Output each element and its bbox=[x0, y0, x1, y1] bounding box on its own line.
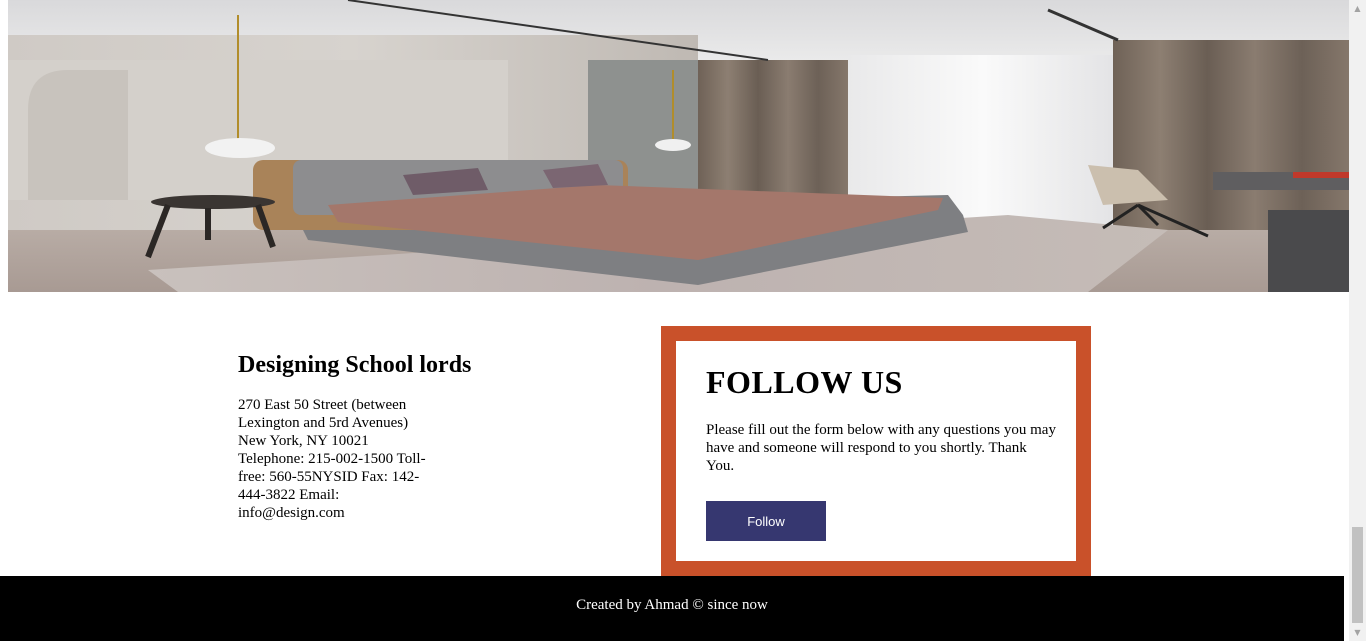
triangle-up-icon[interactable]: ▲ bbox=[1349, 0, 1366, 17]
school-address: 270 East 50 Street (between Lexington an… bbox=[238, 397, 426, 521]
footer: Created by Ahmad © since now bbox=[0, 576, 1344, 641]
hero-image bbox=[8, 0, 1349, 292]
follow-button[interactable]: Follow bbox=[706, 501, 826, 541]
follow-panel: FOLLOW US Please fill out the form below… bbox=[661, 326, 1091, 576]
page: Designing School lords 270 East 50 Stree… bbox=[0, 0, 1366, 641]
triangle-down-icon[interactable]: ▼ bbox=[1349, 624, 1366, 641]
footer-credit: Created by Ahmad © since now bbox=[576, 597, 768, 613]
school-info: Designing School lords 270 East 50 Stree… bbox=[238, 350, 472, 522]
scrollbar-thumb[interactable] bbox=[1352, 527, 1363, 623]
school-title: Designing School lords bbox=[238, 352, 472, 378]
follow-card: FOLLOW US Please fill out the form below… bbox=[676, 341, 1076, 561]
follow-description: Please fill out the form below with any … bbox=[706, 422, 1056, 474]
follow-heading: FOLLOW US bbox=[706, 364, 903, 400]
vertical-scrollbar[interactable]: ▲ ▼ bbox=[1349, 0, 1366, 641]
